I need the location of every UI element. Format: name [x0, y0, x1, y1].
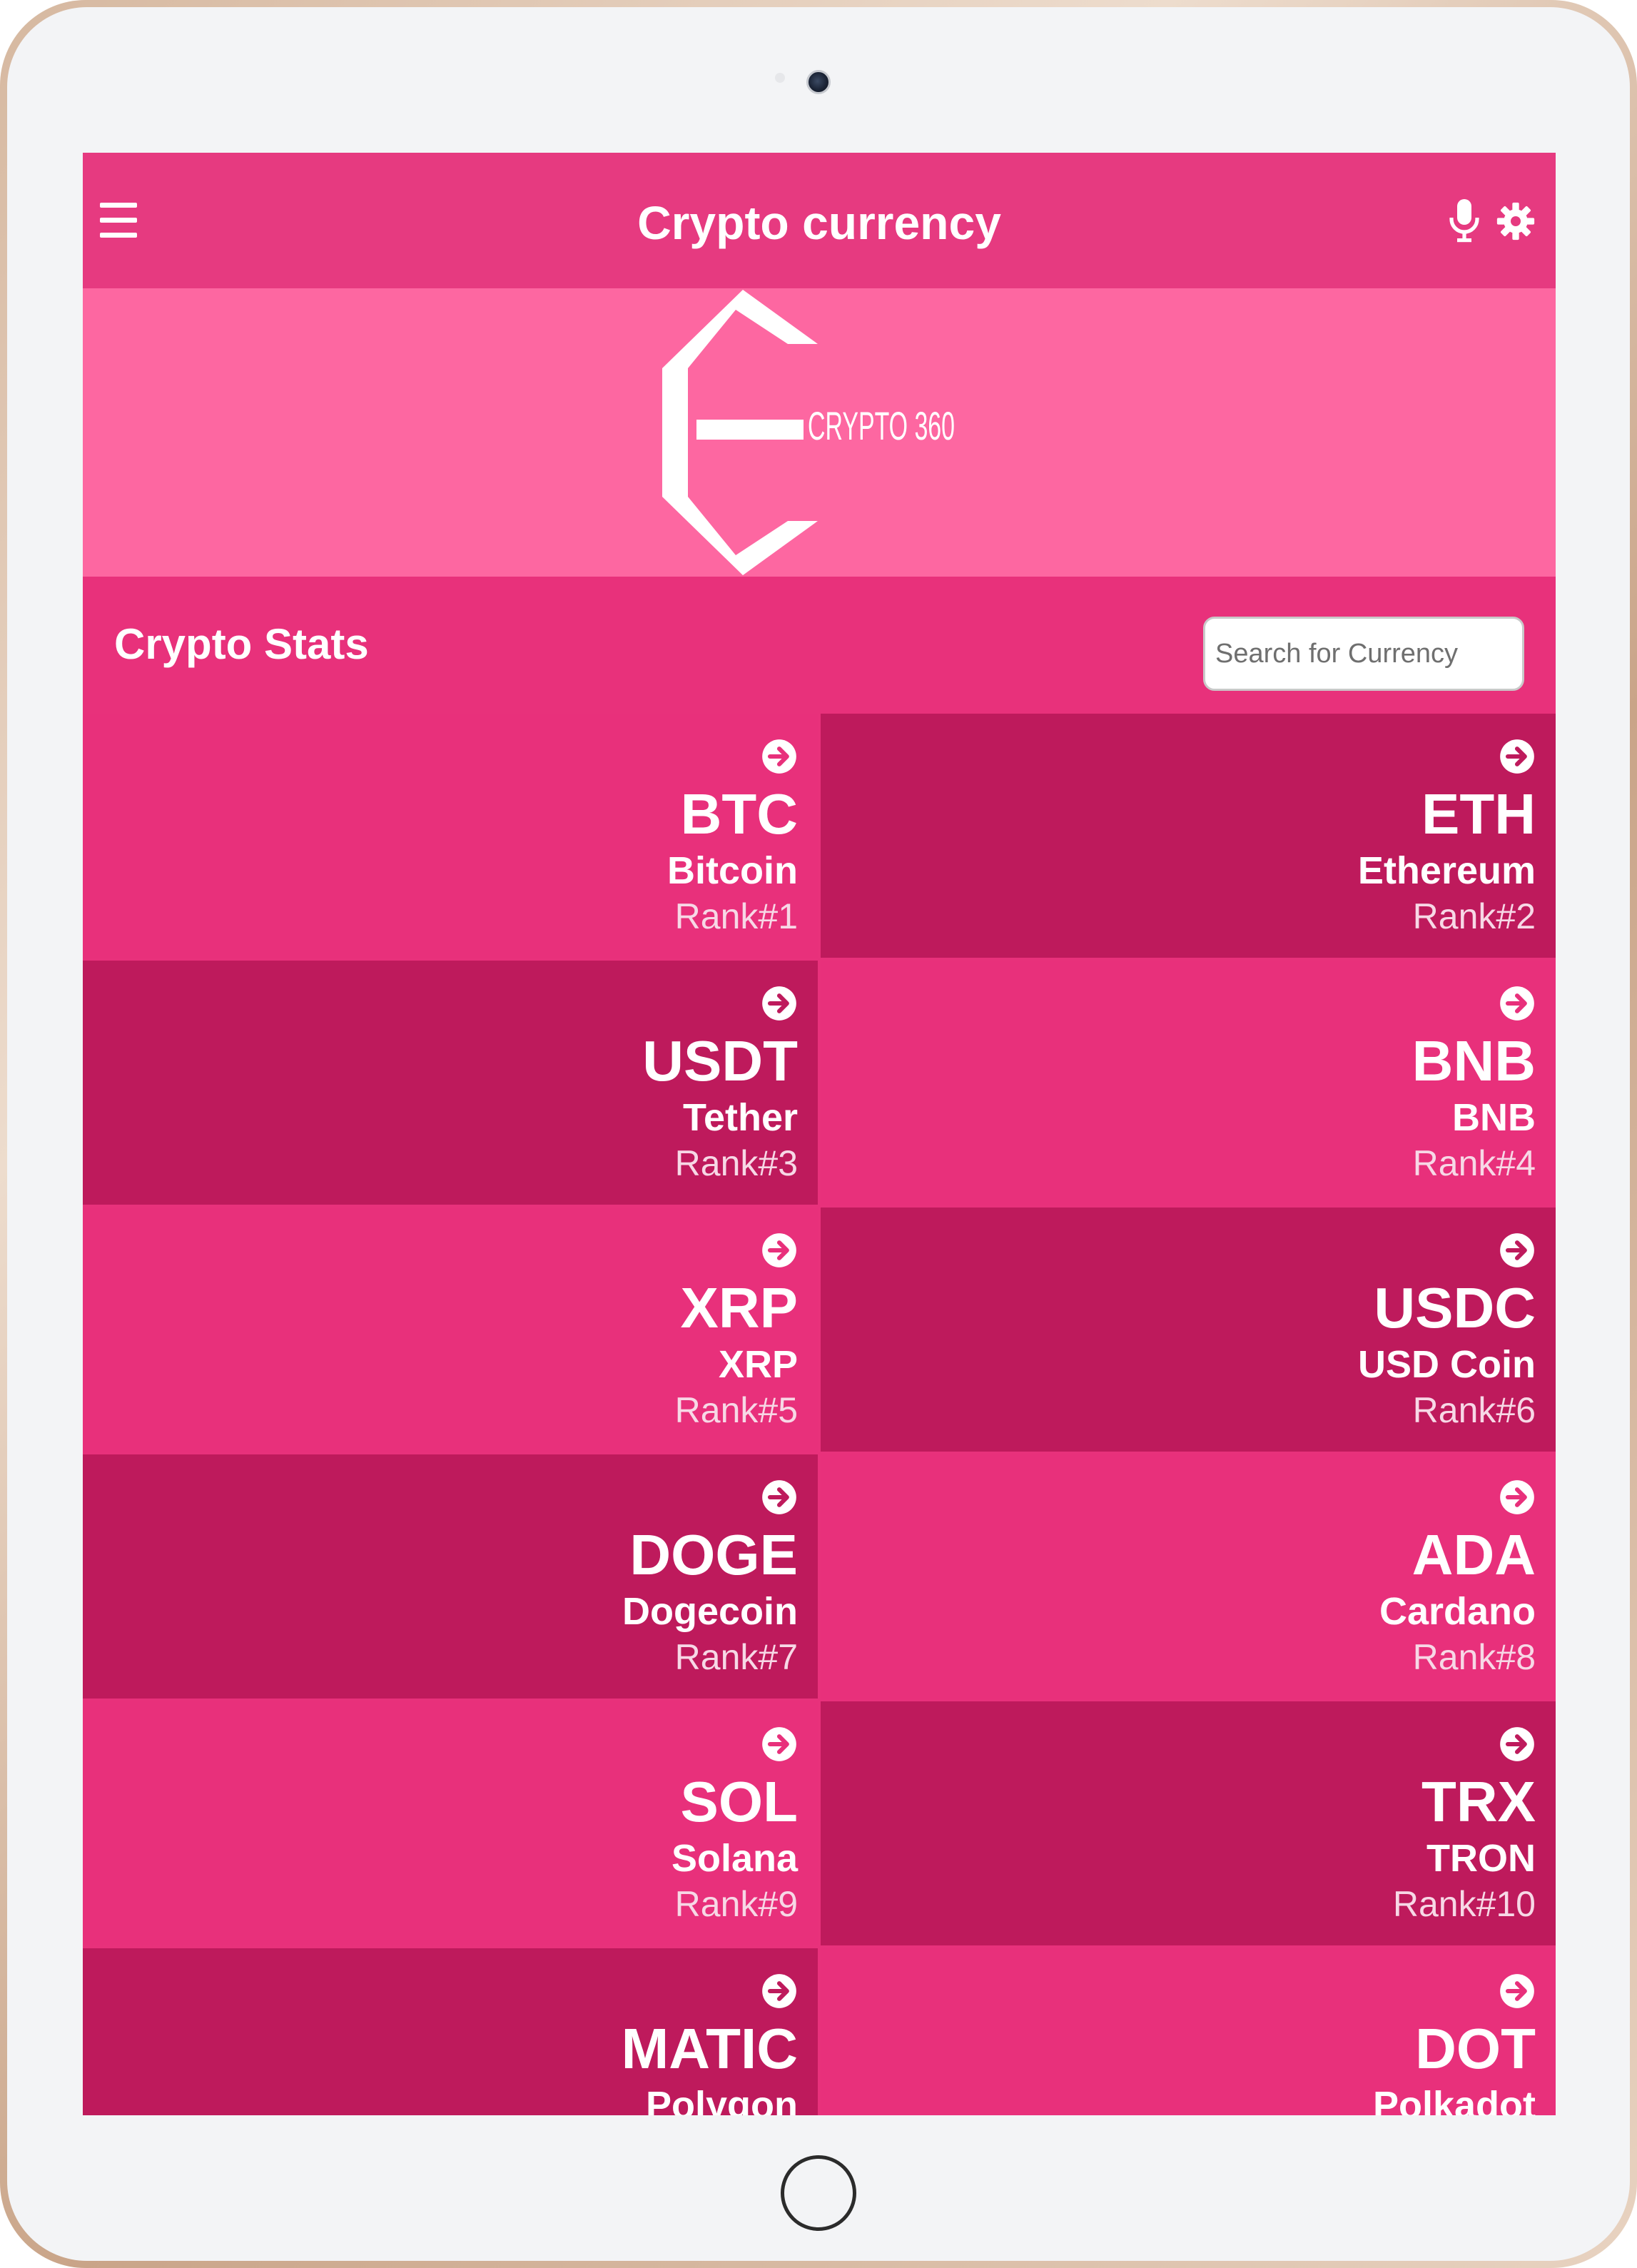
coin-tile[interactable]: DOT Polkadot — [821, 1948, 1556, 2115]
coin-tile[interactable]: USDT Tether Rank#3 — [83, 961, 818, 1205]
coin-rank: Rank#2 — [1412, 896, 1536, 936]
coin-rank: Rank#6 — [1412, 1390, 1536, 1430]
coin-name: TRON — [1426, 1837, 1536, 1880]
currency-search-input[interactable] — [1203, 617, 1524, 691]
coin-tile[interactable]: DOGE Dogecoin Rank#7 — [83, 1454, 818, 1699]
coin-symbol: DOT — [1415, 2017, 1536, 2080]
arrow-right-circle-icon — [762, 1480, 796, 1514]
coin-tile[interactable]: SOL Solana Rank#9 — [83, 1701, 818, 1945]
arrow-right-circle-icon — [762, 739, 796, 774]
coin-name: USD Coin — [1358, 1343, 1536, 1386]
coin-tile[interactable]: BTC Bitcoin Rank#1 — [83, 714, 818, 958]
coin-symbol: TRX — [1421, 1770, 1536, 1833]
coin-tile[interactable]: ADA Cardano Rank#8 — [821, 1454, 1556, 1699]
tablet-frame: Crypto currency CRYPTO 360 Crypto Stats … — [0, 0, 1637, 2268]
coin-name: Bitcoin — [667, 849, 798, 892]
coin-rank: Rank#8 — [1412, 1637, 1536, 1677]
coin-name: BNB — [1452, 1096, 1536, 1139]
stats-header: Crypto Stats — [83, 577, 1556, 714]
coin-symbol: SOL — [680, 1770, 798, 1833]
coin-tile[interactable]: MATIC Polygon — [83, 1948, 818, 2115]
arrow-right-circle-icon — [762, 986, 796, 1021]
coin-tile[interactable]: ETH Ethereum Rank#2 — [821, 714, 1556, 958]
arrow-right-circle-icon — [1500, 1233, 1534, 1267]
coin-name: Tether — [682, 1096, 798, 1139]
arrow-right-circle-icon — [1500, 1480, 1534, 1514]
coin-symbol: ETH — [1421, 782, 1536, 846]
arrow-right-circle-icon — [762, 1233, 796, 1267]
hamburger-menu-icon[interactable] — [100, 203, 137, 238]
coin-tile[interactable]: TRX TRON Rank#10 — [821, 1701, 1556, 1945]
coin-rank: Rank#5 — [674, 1390, 798, 1430]
arrow-right-circle-icon — [762, 1727, 796, 1761]
coin-name: Polygon — [646, 2084, 798, 2115]
coin-rank: Rank#3 — [674, 1143, 798, 1183]
coin-symbol: ADA — [1412, 1523, 1536, 1586]
logo-text: CRYPTO 360 — [808, 403, 955, 448]
arrow-right-circle-icon — [1500, 1727, 1534, 1761]
arrow-right-circle-icon — [762, 1974, 796, 2008]
logo-banner: CRYPTO 360 — [83, 288, 1556, 577]
coin-rank: Rank#10 — [1392, 1884, 1536, 1924]
coin-name: XRP — [718, 1343, 798, 1386]
coin-tile[interactable]: USDC USD Coin Rank#6 — [821, 1208, 1556, 1452]
front-camera — [806, 70, 831, 94]
coin-symbol: XRP — [680, 1276, 799, 1340]
coin-symbol: DOGE — [629, 1523, 798, 1586]
coin-symbol: MATIC — [621, 2017, 798, 2080]
app-bar: Crypto currency — [83, 153, 1556, 288]
app-screen: Crypto currency CRYPTO 360 Crypto Stats … — [83, 153, 1556, 2115]
coin-rank: Rank#1 — [674, 896, 798, 936]
coin-name: Solana — [671, 1837, 798, 1880]
gear-icon[interactable] — [1496, 201, 1536, 241]
home-button[interactable] — [781, 2155, 856, 2231]
coin-name: Cardano — [1379, 1590, 1536, 1633]
sensor-dot — [775, 73, 785, 83]
coin-rank: Rank#7 — [674, 1637, 798, 1677]
arrow-right-circle-icon — [1500, 1974, 1534, 2008]
page-title: Crypto currency — [637, 196, 1001, 249]
coin-name: Dogecoin — [622, 1590, 798, 1633]
coin-symbol: USDT — [642, 1029, 798, 1093]
coin-name: Ethereum — [1357, 849, 1536, 892]
stats-title: Crypto Stats — [114, 620, 369, 668]
coin-rank: Rank#9 — [674, 1884, 798, 1924]
coin-name: Polkadot — [1372, 2084, 1536, 2115]
arrow-right-circle-icon — [1500, 739, 1534, 774]
coin-rank: Rank#4 — [1412, 1143, 1536, 1183]
coin-tile[interactable]: BNB BNB Rank#4 — [821, 961, 1556, 1205]
coin-tile[interactable]: XRP XRP Rank#5 — [83, 1208, 818, 1452]
coin-symbol: BTC — [680, 782, 798, 846]
microphone-icon[interactable] — [1447, 197, 1481, 244]
crypto-360-logo: CRYPTO 360 — [662, 290, 955, 575]
coin-symbol: USDC — [1374, 1276, 1536, 1340]
coin-symbol: BNB — [1412, 1029, 1536, 1093]
arrow-right-circle-icon — [1500, 986, 1534, 1021]
